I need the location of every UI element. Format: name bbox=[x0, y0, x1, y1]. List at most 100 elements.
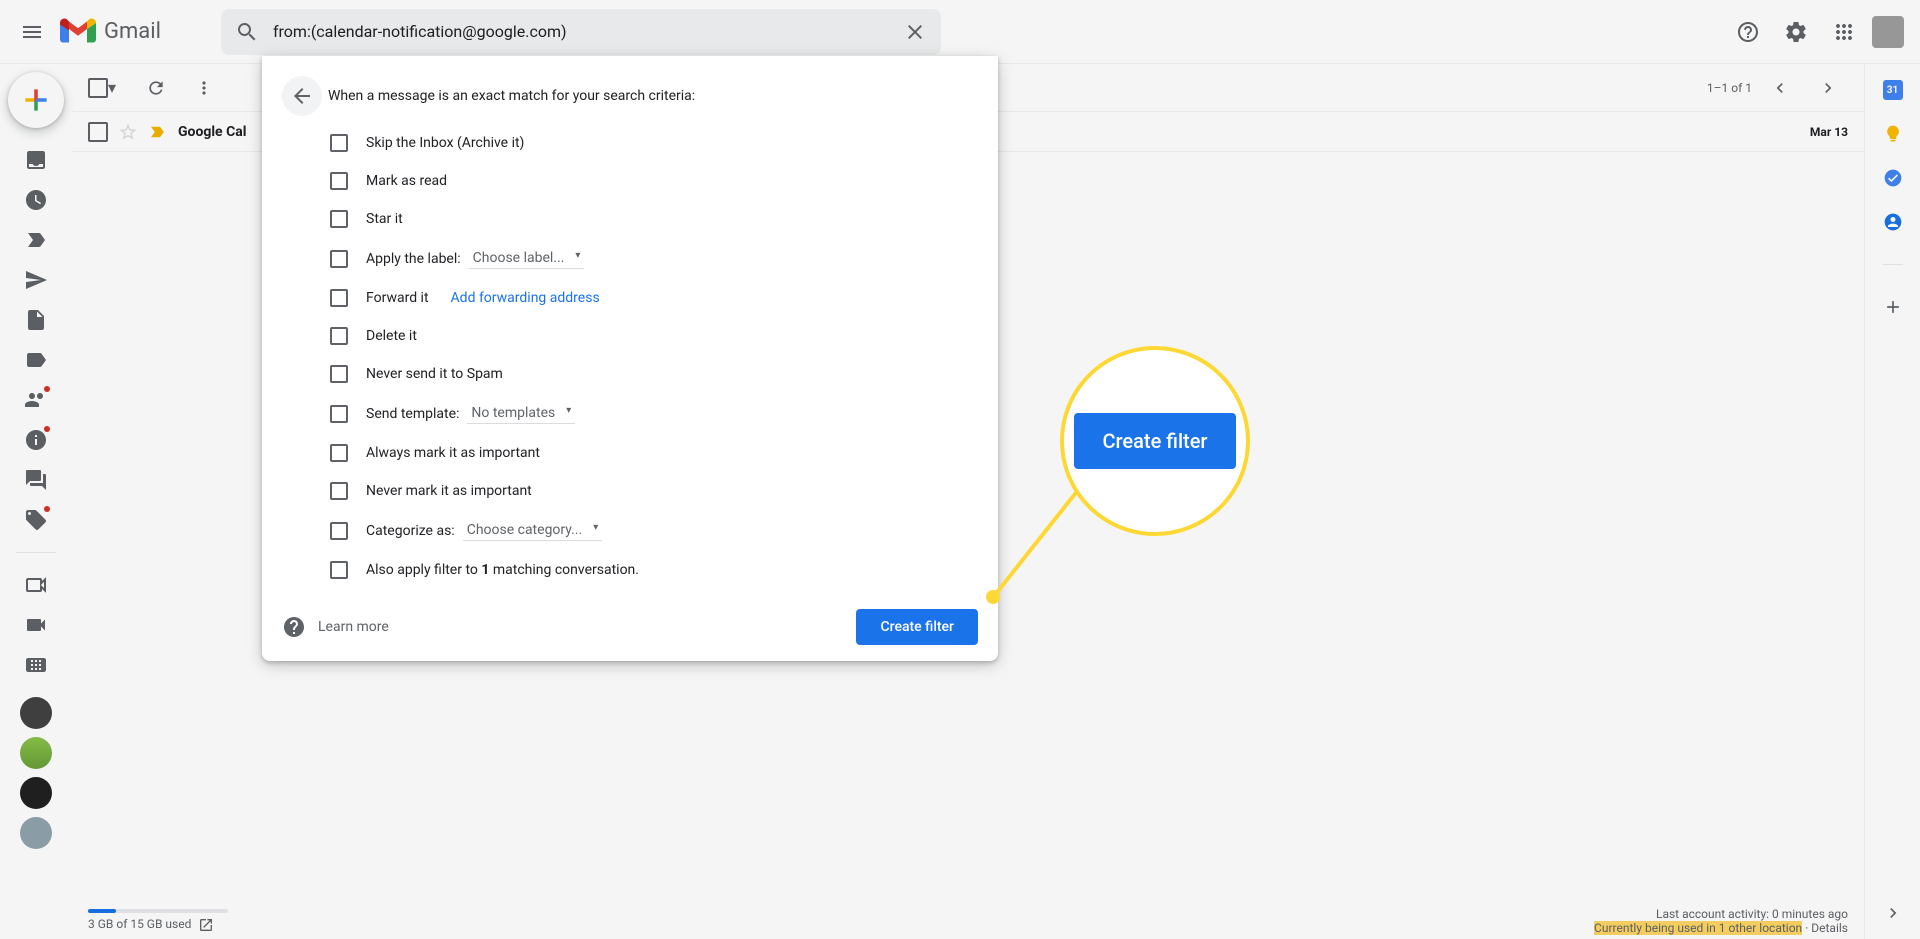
inbox-icon bbox=[24, 148, 48, 172]
nav-categories[interactable] bbox=[20, 344, 52, 376]
star-button[interactable] bbox=[108, 122, 148, 142]
skip-inbox-label: Skip the Inbox (Archive it) bbox=[366, 135, 524, 151]
calendar-app[interactable]: 31 bbox=[1883, 80, 1903, 100]
videocam-icon bbox=[24, 573, 48, 597]
pagination: 1–1 of 1 bbox=[1707, 68, 1848, 108]
zoom-create-filter-button: Create filter bbox=[1074, 413, 1235, 469]
always-important-label: Always mark it as important bbox=[366, 445, 540, 461]
nav-promotions[interactable] bbox=[20, 504, 52, 536]
also-apply-label: Also apply filter to 1 matching conversa… bbox=[366, 562, 639, 578]
add-app[interactable] bbox=[1883, 297, 1903, 317]
prev-page-button[interactable] bbox=[1760, 68, 1800, 108]
select-dropdown[interactable]: ▾ bbox=[108, 78, 128, 97]
refresh-button[interactable] bbox=[136, 68, 176, 108]
hangout-avatar-4[interactable] bbox=[20, 817, 52, 849]
keep-icon bbox=[1883, 124, 1903, 144]
account-avatar[interactable] bbox=[1872, 16, 1904, 48]
forward-label: Forward it bbox=[366, 290, 429, 306]
important-marker[interactable] bbox=[148, 123, 178, 141]
settings-button[interactable] bbox=[1776, 12, 1816, 52]
compose-button[interactable] bbox=[8, 72, 64, 128]
never-spam-checkbox[interactable] bbox=[330, 365, 348, 383]
important-icon bbox=[24, 228, 48, 252]
chevron-left-icon bbox=[1770, 78, 1790, 98]
gmail-m-icon bbox=[60, 18, 96, 46]
categorize-checkbox[interactable] bbox=[330, 522, 348, 540]
nav-meet[interactable] bbox=[20, 569, 52, 601]
star-icon bbox=[118, 122, 138, 142]
also-apply-checkbox[interactable] bbox=[330, 561, 348, 579]
tasks-app[interactable] bbox=[1883, 168, 1903, 188]
nav-updates[interactable] bbox=[20, 424, 52, 456]
select-all-checkbox[interactable] bbox=[88, 78, 108, 98]
footer: 3 GB of 15 GB used Last account activity… bbox=[72, 903, 1864, 939]
star-label: Star it bbox=[366, 211, 403, 227]
search-bar bbox=[221, 9, 941, 55]
search-button[interactable] bbox=[227, 12, 267, 52]
sidebar bbox=[0, 64, 72, 939]
tasks-icon bbox=[1883, 168, 1903, 188]
nav-icons bbox=[16, 144, 56, 849]
nav-meet-join[interactable] bbox=[20, 609, 52, 641]
arrow-back-icon bbox=[290, 84, 314, 108]
clear-search-button[interactable] bbox=[895, 12, 935, 52]
collapse-panel[interactable] bbox=[1883, 903, 1903, 923]
plus-icon bbox=[1883, 297, 1903, 317]
nav-forums[interactable] bbox=[20, 464, 52, 496]
categorize-text: Categorize as: bbox=[366, 523, 455, 539]
apps-button[interactable] bbox=[1824, 12, 1864, 52]
nav-important[interactable] bbox=[20, 224, 52, 256]
skip-inbox-checkbox[interactable] bbox=[330, 134, 348, 152]
hangout-avatar-3[interactable] bbox=[20, 777, 52, 809]
main-menu-button[interactable] bbox=[8, 8, 56, 56]
gmail-logo[interactable]: Gmail bbox=[60, 18, 161, 46]
template-checkbox[interactable] bbox=[330, 405, 348, 423]
hangout-avatar-1[interactable] bbox=[20, 697, 52, 729]
keep-app[interactable] bbox=[1883, 124, 1903, 144]
back-button[interactable] bbox=[282, 76, 322, 116]
nav-inbox[interactable] bbox=[20, 144, 52, 176]
apply-label-checkbox[interactable] bbox=[330, 250, 348, 268]
next-page-button[interactable] bbox=[1808, 68, 1848, 108]
delete-checkbox[interactable] bbox=[330, 327, 348, 345]
mark-read-label: Mark as read bbox=[366, 173, 447, 189]
filter-title: When a message is an exact match for you… bbox=[328, 88, 695, 104]
label-dropdown[interactable]: Choose label... bbox=[469, 248, 585, 269]
email-date: Mar 13 bbox=[1788, 125, 1848, 139]
right-panel: 31 bbox=[1864, 64, 1920, 939]
category-dropdown[interactable]: Choose category... bbox=[463, 520, 603, 541]
email-checkbox[interactable] bbox=[88, 122, 108, 142]
learn-more-link[interactable]: Learn more bbox=[318, 619, 389, 635]
sent-icon bbox=[24, 268, 48, 292]
storage-text: 3 GB of 15 GB used bbox=[88, 917, 191, 931]
template-dropdown[interactable]: No templates bbox=[467, 403, 575, 424]
forward-checkbox[interactable] bbox=[330, 289, 348, 307]
tag-icon bbox=[24, 508, 48, 532]
hangout-avatar-2[interactable] bbox=[20, 737, 52, 769]
people-icon bbox=[24, 388, 48, 412]
more-button[interactable] bbox=[184, 68, 224, 108]
nav-keyboard[interactable] bbox=[20, 649, 52, 681]
clock-icon bbox=[24, 188, 48, 212]
details-link[interactable]: Details bbox=[1811, 921, 1848, 935]
keyboard-icon bbox=[24, 653, 48, 677]
contacts-app[interactable] bbox=[1883, 212, 1903, 232]
apps-grid-icon bbox=[1832, 20, 1856, 44]
storage-info: 3 GB of 15 GB used bbox=[88, 909, 228, 933]
create-filter-button[interactable]: Create filter bbox=[856, 609, 978, 645]
help-icon-button[interactable] bbox=[282, 615, 306, 639]
nav-drafts[interactable] bbox=[20, 304, 52, 336]
search-input[interactable] bbox=[267, 22, 895, 41]
support-button[interactable] bbox=[1728, 12, 1768, 52]
always-important-checkbox[interactable] bbox=[330, 444, 348, 462]
search-icon bbox=[235, 20, 259, 44]
nav-snoozed[interactable] bbox=[20, 184, 52, 216]
footer-right: Last account activity: 0 minutes ago Cur… bbox=[1594, 907, 1848, 935]
nav-sent[interactable] bbox=[20, 264, 52, 296]
add-forwarding-link[interactable]: Add forwarding address bbox=[451, 290, 600, 306]
open-link-icon[interactable] bbox=[198, 917, 214, 933]
nav-social[interactable] bbox=[20, 384, 52, 416]
mark-read-checkbox[interactable] bbox=[330, 172, 348, 190]
never-important-checkbox[interactable] bbox=[330, 482, 348, 500]
star-checkbox[interactable] bbox=[330, 210, 348, 228]
